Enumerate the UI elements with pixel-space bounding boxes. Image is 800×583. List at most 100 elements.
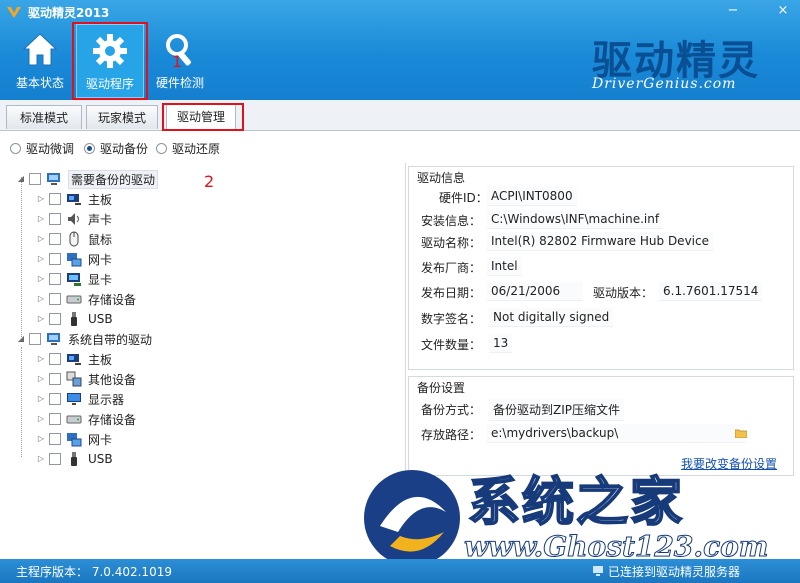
- collapse-arrow-icon[interactable]: ◢: [16, 334, 26, 344]
- signature-value: Not digitally signed: [489, 308, 614, 327]
- checkbox[interactable]: [49, 233, 61, 245]
- nav-basic-status-label: 基本状态: [15, 76, 64, 90]
- storage-icon: [66, 415, 82, 424]
- tree-item-label: 显示器: [88, 392, 125, 407]
- minimize-button[interactable]: −: [722, 2, 744, 20]
- checkbox[interactable]: [49, 413, 61, 425]
- file-count-row: 文件数量： 13: [409, 334, 795, 358]
- operation-radio-group: 驱动微调 驱动备份 驱动还原: [0, 131, 800, 163]
- signature-row: 数字签名： Not digitally signed: [409, 308, 795, 332]
- checkbox[interactable]: [49, 453, 61, 465]
- tree-item-label: 鼠标: [88, 232, 113, 247]
- expand-arrow-icon[interactable]: ▷: [36, 454, 46, 464]
- checkbox[interactable]: [49, 433, 61, 445]
- tree-item[interactable]: ▷ 显示器: [36, 390, 124, 408]
- radio-dot: [156, 142, 167, 154]
- checkbox[interactable]: [49, 213, 61, 225]
- tab-player-mode[interactable]: 玩家模式: [86, 105, 158, 129]
- brand-logo: 驱动精灵 DriverGenius.com: [570, 28, 780, 98]
- tree-item-label: 主板: [88, 352, 113, 367]
- display-icon: [67, 273, 81, 286]
- date-version-row: 发布日期： 06/21/2006 驱动版本： 6.1.7601.17514: [409, 282, 795, 306]
- tree-item[interactable]: ▷ 鼠标: [36, 230, 112, 248]
- tree-item[interactable]: ▷ 存储设备: [36, 290, 136, 308]
- tree-item-label: 主板: [88, 192, 113, 207]
- expand-arrow-icon[interactable]: ▷: [36, 434, 46, 444]
- network-icon: [67, 433, 82, 447]
- tree-item[interactable]: ▷ 主板: [36, 190, 112, 208]
- tab-standard-mode[interactable]: 标准模式: [6, 105, 82, 129]
- tree-guide-line: [21, 177, 22, 337]
- file-count-value: 13: [489, 334, 513, 353]
- checkbox[interactable]: [49, 253, 61, 265]
- status-bar: 主程序版本： 7.0.402.1019 已连接到驱动精灵服务器: [0, 559, 800, 583]
- vendor-row: 发布厂商： Intel: [409, 257, 795, 281]
- close-button[interactable]: ×: [772, 2, 794, 20]
- radio-driver-backup-label: 驱动备份: [100, 141, 149, 156]
- radio-driver-tune[interactable]: 驱动微调: [10, 140, 74, 156]
- tree-item-label: 声卡: [88, 212, 113, 227]
- expand-arrow-icon[interactable]: ▷: [36, 274, 46, 284]
- expand-arrow-icon[interactable]: ▷: [36, 294, 46, 304]
- collapse-arrow-icon[interactable]: ◢: [16, 174, 26, 184]
- radio-driver-restore-label: 驱动还原: [172, 141, 221, 156]
- radio-driver-restore[interactable]: 驱动还原: [156, 140, 220, 156]
- tree-item[interactable]: ▷ USB: [36, 310, 113, 328]
- vendor-value: Intel: [487, 257, 522, 276]
- expand-arrow-icon[interactable]: ▷: [36, 354, 46, 364]
- expand-arrow-icon[interactable]: ▷: [36, 394, 46, 404]
- expand-arrow-icon[interactable]: ▷: [36, 234, 46, 244]
- radio-dot-selected: [84, 142, 95, 154]
- tree-item[interactable]: ▷ 其他设备: [36, 370, 136, 388]
- tree-group-label: 需要备份的驱动: [68, 169, 159, 189]
- backup-settings-panel: 备份设置 备份方式： 备份驱动到ZIP压缩文件 存放路径： e:\mydrive…: [408, 376, 794, 476]
- nav-hardware-check-label: 硬件检测: [155, 76, 204, 90]
- connection-icon: [593, 566, 603, 576]
- checkbox[interactable]: [49, 293, 61, 305]
- checkbox[interactable]: [49, 313, 61, 325]
- driver-name-label: 驱动名称：: [421, 236, 482, 250]
- backup-path-value: e:\mydrivers\backup\: [487, 424, 745, 443]
- backup-settings-title: 备份设置: [417, 381, 466, 395]
- driver-info-title: 驱动信息: [417, 171, 466, 185]
- install-info-row: 安装信息： C:\Windows\INF\machine.inf: [409, 210, 795, 234]
- tree-group-label: 系统自带的驱动: [68, 332, 153, 347]
- tree-item[interactable]: ▷ 声卡: [36, 210, 112, 228]
- expand-arrow-icon[interactable]: ▷: [36, 414, 46, 424]
- checkbox[interactable]: [49, 353, 61, 365]
- tree-item[interactable]: ▷ USB: [36, 450, 113, 468]
- nav-basic-status[interactable]: 基本状态: [6, 24, 74, 98]
- install-info-value: C:\Windows\INF\machine.inf: [487, 210, 664, 229]
- checkbox[interactable]: [49, 373, 61, 385]
- home-icon: [22, 33, 58, 66]
- network-icon: [67, 253, 82, 267]
- checkbox[interactable]: [29, 333, 41, 345]
- expand-arrow-icon[interactable]: ▷: [36, 194, 46, 204]
- checkbox[interactable]: [29, 173, 41, 185]
- tree-item[interactable]: ▷ 显卡: [36, 270, 112, 288]
- tree-item-label: 显卡: [88, 272, 113, 287]
- checkbox[interactable]: [49, 273, 61, 285]
- driver-name-row: 驱动名称： Intel(R) 82802 Firmware Hub Device: [409, 232, 795, 256]
- checkbox[interactable]: [49, 193, 61, 205]
- expand-arrow-icon[interactable]: ▷: [36, 254, 46, 264]
- app-logo-icon: [7, 7, 21, 18]
- folder-icon[interactable]: [735, 428, 747, 438]
- usb-icon: [71, 312, 77, 326]
- mouse-icon: [69, 231, 79, 247]
- expand-arrow-icon[interactable]: ▷: [36, 374, 46, 384]
- checkbox[interactable]: [49, 393, 61, 405]
- tree-item[interactable]: ▷ 网卡: [36, 430, 112, 448]
- tree-item[interactable]: ▷ 主板: [36, 350, 112, 368]
- tree-group-system-builtin[interactable]: ◢ 系统自带的驱动: [16, 330, 152, 348]
- radio-driver-backup[interactable]: 驱动备份: [84, 140, 148, 156]
- tree-item[interactable]: ▷ 存储设备: [36, 410, 136, 428]
- mode-tab-bar: 标准模式 玩家模式 驱动管理: [0, 100, 800, 131]
- driver-version-value: 6.1.7601.17514: [659, 282, 763, 301]
- tree-group-backup-needed[interactable]: ◢ 需要备份的驱动: [16, 169, 159, 189]
- backup-method-value: 备份驱动到ZIP压缩文件: [489, 399, 624, 421]
- change-backup-settings-link[interactable]: 我要改变备份设置: [681, 455, 777, 472]
- tree-item[interactable]: ▷ 网卡: [36, 250, 112, 268]
- expand-arrow-icon[interactable]: ▷: [36, 314, 46, 324]
- expand-arrow-icon[interactable]: ▷: [36, 214, 46, 224]
